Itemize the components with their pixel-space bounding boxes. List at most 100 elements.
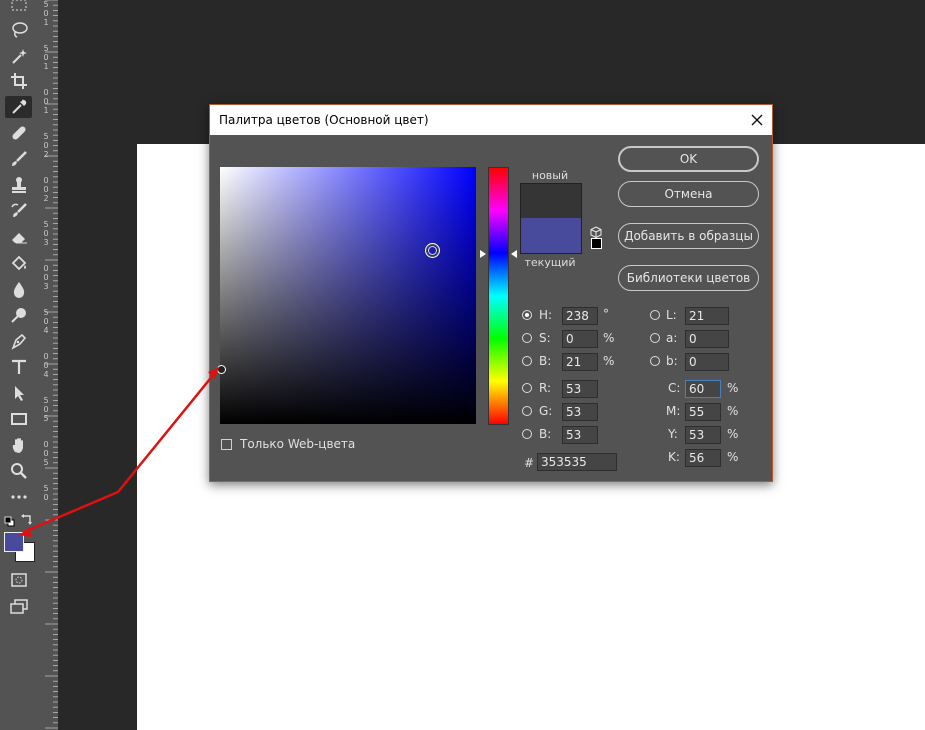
hand-tool-icon[interactable] [5, 434, 32, 456]
swap-colors-icon[interactable] [20, 512, 34, 531]
b-rgb-field[interactable]: 53 [562, 426, 598, 444]
s-radio[interactable] [522, 333, 532, 343]
hex-field[interactable]: 353535 [537, 453, 617, 471]
web-colors-only-label: Только Web-цвета [240, 437, 356, 451]
history-brush-tool-icon[interactable] [5, 200, 32, 222]
paint-bucket-tool-icon[interactable] [5, 252, 32, 274]
pen-tool-icon[interactable] [5, 330, 32, 352]
marquee-tool-icon[interactable] [5, 0, 32, 16]
l-field[interactable]: 21 [685, 307, 729, 325]
ruler-label: 5 [43, 0, 49, 9]
s-label: S: [539, 331, 551, 345]
cancel-button[interactable]: Отмена [618, 181, 759, 207]
current-color-swatch[interactable] [520, 218, 582, 254]
path-selection-tool-icon[interactable] [5, 382, 32, 404]
healing-brush-tool-icon[interactable] [5, 122, 32, 144]
ruler-label: 4 [43, 370, 49, 379]
screen-mode-icon[interactable] [5, 595, 32, 617]
new-color-swatch [520, 183, 582, 220]
rectangle-tool-icon[interactable] [5, 408, 32, 430]
hue-slider-right-arrow[interactable] [511, 250, 517, 258]
crop-tool-icon[interactable] [5, 70, 32, 92]
k-unit: % [727, 450, 739, 464]
dodge-tool-icon[interactable] [5, 304, 32, 326]
b-lab-radio[interactable] [650, 356, 660, 366]
ruler-label: 0 [43, 449, 49, 458]
ruler-label: 0 [43, 141, 49, 150]
r-field[interactable]: 53 [562, 380, 598, 398]
a-field[interactable]: 0 [685, 330, 729, 348]
current-color-label: текущий [524, 256, 576, 269]
ruler-label: 5 [43, 44, 49, 53]
a-label: a: [666, 331, 678, 345]
zoom-tool-icon[interactable] [5, 460, 32, 482]
tools-panel [0, 0, 38, 730]
add-to-swatches-button[interactable]: Добавить в образцы [618, 223, 759, 249]
b-lab-label: b: [666, 354, 678, 368]
default-colors-icon[interactable] [4, 513, 16, 532]
ruler-label: 0 [43, 273, 49, 282]
magic-wand-tool-icon[interactable] [5, 45, 32, 67]
web-colors-only-checkbox[interactable] [221, 439, 232, 450]
k-field[interactable]: 56 [685, 449, 721, 467]
h-radio[interactable] [522, 310, 532, 320]
ruler-label: 0 [43, 361, 49, 370]
b-lab-field[interactable]: 0 [685, 353, 729, 371]
g-label: G: [539, 404, 553, 418]
color-libraries-button[interactable]: Библиотеки цветов [618, 265, 759, 291]
hue-slider[interactable] [488, 167, 509, 425]
color-field[interactable] [217, 167, 476, 424]
color-field-current-marker [217, 365, 226, 374]
ruler-label: 0 [43, 440, 49, 449]
clone-stamp-tool-icon[interactable] [5, 174, 32, 196]
r-radio[interactable] [522, 383, 532, 393]
g-radio[interactable] [522, 406, 532, 416]
a-radio[interactable] [650, 333, 660, 343]
blur-tool-icon[interactable] [5, 278, 32, 300]
y-unit: % [727, 427, 739, 441]
b-hsb-unit: % [603, 354, 615, 368]
m-field[interactable]: 55 [685, 403, 721, 421]
b-hsb-field[interactable]: 21 [562, 353, 598, 371]
b-rgb-label: B: [539, 427, 552, 441]
eraser-tool-icon[interactable] [5, 226, 32, 248]
g-field[interactable]: 53 [562, 403, 598, 421]
c-field[interactable]: 60 [685, 380, 721, 398]
l-radio[interactable] [650, 310, 660, 320]
quick-mask-icon[interactable] [5, 569, 32, 591]
web-safe-warning-icon[interactable] [591, 238, 602, 249]
l-label: L: [666, 308, 677, 322]
lasso-tool-icon[interactable] [5, 19, 32, 41]
c-label: C: [668, 381, 681, 395]
ruler-label: 2 [43, 194, 49, 203]
b-hsb-radio[interactable] [522, 356, 532, 366]
ruler-label: 1 [43, 62, 49, 71]
r-label: R: [539, 381, 552, 395]
b-rgb-radio[interactable] [522, 429, 532, 439]
foreground-color-swatch[interactable] [4, 532, 24, 552]
ruler-label: 2 [43, 150, 49, 159]
type-tool-icon[interactable] [5, 356, 32, 378]
ruler-label: 5 [43, 132, 49, 141]
color-field-selector[interactable] [425, 243, 440, 258]
h-field[interactable]: 238 [562, 307, 598, 325]
ruler-label: 0 [43, 176, 49, 185]
m-unit: % [727, 404, 739, 418]
dialog-titlebar[interactable]: Палитра цветов (Основной цвет) [210, 105, 772, 135]
y-field[interactable]: 53 [685, 426, 721, 444]
ok-button[interactable]: OK [618, 146, 759, 172]
hue-slider-left-arrow[interactable] [480, 250, 486, 258]
ruler-label: 5 [43, 414, 49, 423]
new-color-label: новый [531, 169, 569, 182]
ruler-label: 0 [43, 405, 49, 414]
brush-tool-icon[interactable] [5, 148, 32, 170]
ruler-label: 0 [43, 53, 49, 62]
dialog-title: Палитра цветов (Основной цвет) [219, 113, 429, 127]
eyedropper-tool-icon[interactable] [5, 96, 32, 118]
more-tools-icon[interactable] [5, 486, 32, 508]
ruler-label: 0 [43, 185, 49, 194]
ruler-label: 0 [43, 264, 49, 273]
ruler-label: 0 [43, 493, 49, 502]
s-field[interactable]: 0 [562, 330, 598, 348]
close-icon[interactable] [748, 111, 766, 129]
